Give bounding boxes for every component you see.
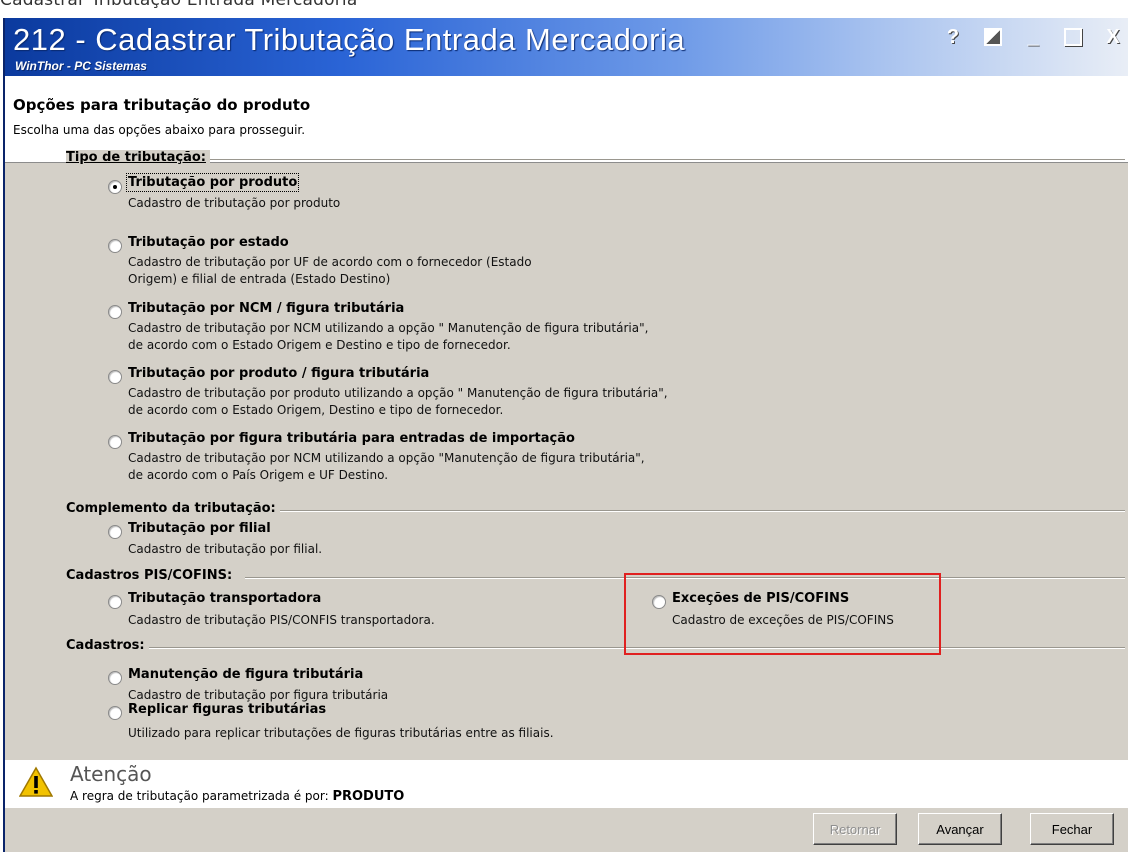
group-label-cadastros: Cadastros: [66, 638, 149, 653]
fechar-button[interactable]: Fechar [1030, 813, 1114, 845]
radio-ncm[interactable] [108, 305, 122, 319]
help-button[interactable]: ? [942, 26, 964, 48]
option-desc-ncm: Cadastro de tributação por NCM utilizand… [128, 321, 649, 352]
option-desc-produto: Cadastro de tributação por produto [128, 196, 341, 210]
attention-message: A regra de tributação parametrizada é po… [70, 789, 329, 803]
resize-icon[interactable] [982, 26, 1004, 48]
option-desc-produto-figura: Cadastro de tributação por produto utili… [128, 386, 668, 417]
option-label-produto[interactable]: Tributação por produto [125, 173, 300, 192]
group-label-tipo: Tipo de tributação: [66, 150, 210, 165]
page-subtitle: Escolha uma das opções abaixo para pross… [13, 123, 306, 137]
warning-icon [19, 766, 53, 797]
maximize-button[interactable] [1062, 26, 1084, 48]
page-title: Opções para tributação do produto [13, 96, 311, 114]
option-label-filial[interactable]: Tributação por filial [128, 521, 271, 536]
radio-produto[interactable] [108, 180, 122, 194]
option-label-produto-figura[interactable]: Tributação por produto / figura tributár… [128, 366, 429, 381]
group-label-complemento: Complemento da tributação: [66, 501, 280, 516]
option-label-replicar[interactable]: Replicar figuras tributárias [128, 702, 326, 717]
retornar-label: Retornar [829, 821, 881, 837]
option-label-importacao[interactable]: Tributação por figura tributária para en… [128, 431, 575, 446]
radio-transportadora[interactable] [108, 595, 122, 609]
radio-importacao[interactable] [108, 435, 122, 449]
option-label-manutencao[interactable]: Manutenção de figura tributária [128, 667, 363, 682]
option-desc-filial: Cadastro de tributação por filial. [128, 542, 323, 556]
option-desc-transportadora: Cadastro de tributação PIS/CONFIS transp… [128, 613, 435, 627]
window-title: 212 - Cadastrar Tributação Entrada Merca… [13, 22, 686, 57]
option-label-estado[interactable]: Tributação por estado [128, 235, 289, 250]
group-divider [205, 159, 1125, 161]
minimize-button[interactable]: _ [1022, 26, 1044, 48]
radio-estado[interactable] [108, 239, 122, 253]
retornar-button[interactable]: Retornar [813, 813, 897, 845]
option-label-transportadora[interactable]: Tributação transportadora [128, 591, 321, 606]
radio-manutencao[interactable] [108, 671, 122, 685]
attention-text: A regra de tributação parametrizada é po… [70, 789, 404, 804]
option-label-ncm[interactable]: Tributação por NCM / figura tributária [128, 301, 404, 316]
attention-value: PRODUTO [332, 789, 405, 804]
window-subtitle: WinThor - PC Sistemas [15, 59, 147, 73]
highlight-box [624, 573, 941, 655]
radio-produto-figura[interactable] [108, 370, 122, 384]
attention-title: Atenção [70, 762, 152, 786]
avancar-label: Avançar [936, 821, 984, 837]
top-caption-text: Cadastrar Tributação Entrada Mercadoria [0, 0, 358, 10]
avancar-button[interactable]: Avançar [918, 813, 1002, 845]
group-label-pis-cofins: Cadastros PIS/COFINS: [66, 568, 237, 583]
option-desc-replicar: Utilizado para replicar tributações de f… [128, 726, 554, 740]
radio-replicar[interactable] [108, 706, 122, 720]
close-button[interactable]: X [1102, 26, 1124, 48]
option-desc-estado: Cadastro de tributação por UF de acordo … [128, 255, 532, 286]
window-controls: ? _ X [942, 26, 1124, 48]
title-bar: 212 - Cadastrar Tributação Entrada Merca… [5, 18, 1128, 76]
app-window: 212 - Cadastrar Tributação Entrada Merca… [3, 18, 1128, 852]
radio-filial[interactable] [108, 525, 122, 539]
group-divider [265, 510, 1125, 512]
fechar-label: Fechar [1051, 821, 1093, 837]
option-desc-importacao: Cadastro de tributação por NCM utilizand… [128, 451, 645, 482]
attention-panel: Atenção A regra de tributação parametriz… [5, 760, 1128, 808]
